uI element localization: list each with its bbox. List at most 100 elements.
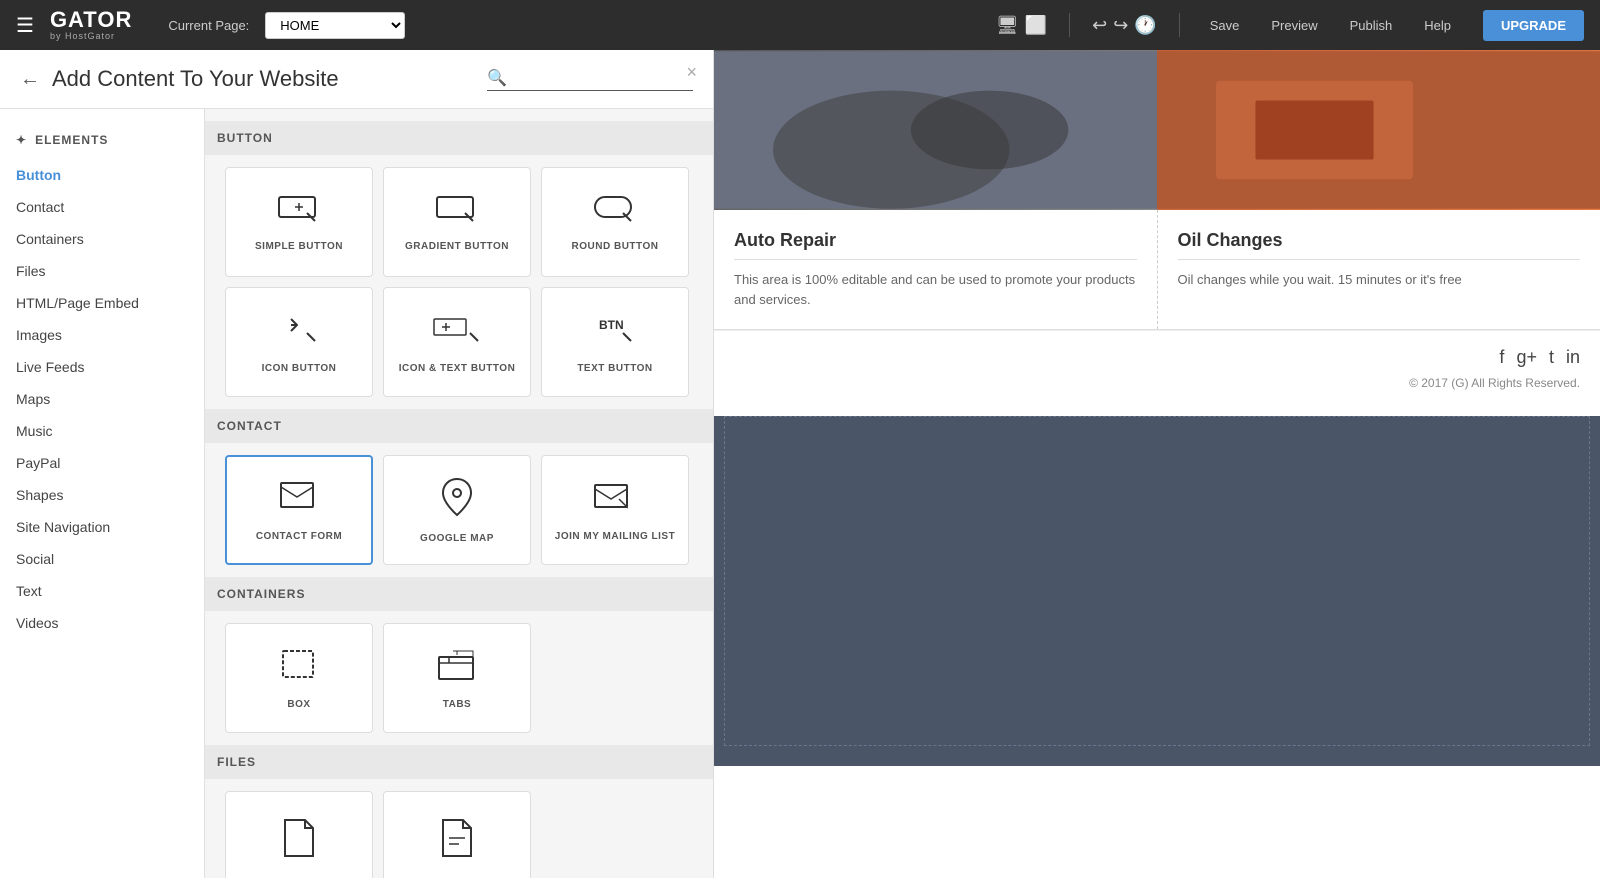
sidebar-item-social[interactable]: Social (0, 543, 204, 575)
search-area: 🔍 (487, 68, 693, 91)
back-arrow-icon[interactable]: ← (20, 68, 40, 91)
sidebar-item-videos[interactable]: Videos (0, 607, 204, 639)
close-icon[interactable]: × (686, 62, 697, 83)
sidebar-item-maps[interactable]: Maps (0, 383, 204, 415)
google-map-card[interactable]: GOOGLE MAP (383, 455, 531, 565)
sidebar-item-button[interactable]: Button (0, 159, 204, 191)
sidebar-item-shapes[interactable]: Shapes (0, 479, 204, 511)
elements-section-header: ✦ ELEMENTS (0, 125, 204, 159)
elements-section-icon: ✦ (16, 133, 27, 147)
files-section-label: FILES (205, 745, 713, 779)
sidebar-item-paypal[interactable]: PayPal (0, 447, 204, 479)
google-map-label: GOOGLE MAP (420, 533, 494, 544)
sidebar-item-files[interactable]: Files (0, 255, 204, 287)
file2-icon (439, 818, 475, 866)
round-button-label: ROUND BUTTON (572, 241, 659, 252)
button-grid: SIMPLE BUTTON (225, 167, 693, 397)
googleplus-icon[interactable]: g+ (1516, 347, 1537, 368)
sidebar-item-text[interactable]: Text (0, 575, 204, 607)
site-col-1: Auto Repair This area is 100% editable a… (714, 210, 1158, 329)
save-button[interactable]: Save (1202, 14, 1248, 37)
panel-title: Add Content To Your Website (52, 66, 487, 92)
icon-button-icon (277, 311, 321, 355)
help-button[interactable]: Help (1416, 14, 1459, 37)
menu-hamburger-icon[interactable]: ☰ (16, 13, 34, 38)
svg-text:BTN: BTN (599, 318, 624, 332)
contact-form-label: CONTACT FORM (256, 531, 342, 542)
logo-area: GATOR by HostGator (50, 9, 132, 41)
file1-card[interactable] (225, 791, 373, 878)
tabs-card[interactable]: TABS (383, 623, 531, 733)
search-icon: 🔍 (487, 68, 507, 88)
icon-text-button-card[interactable]: ICON & TEXT BUTTON (383, 287, 531, 397)
panel-body: ✦ ELEMENTS Button Contact Containers Fil… (0, 109, 713, 878)
publish-button[interactable]: Publish (1342, 14, 1401, 37)
site-dark-section (714, 416, 1600, 766)
sidebar-item-images[interactable]: Images (0, 319, 204, 351)
upgrade-button[interactable]: UPGRADE (1483, 10, 1584, 41)
col1-text: This area is 100% editable and can be us… (734, 270, 1137, 309)
site-images-row (714, 50, 1600, 210)
containers-grid: BOX TAB (225, 623, 693, 733)
undo-icon[interactable]: ↩ (1092, 15, 1107, 36)
history-icons: ↩ ↪ 🕐 (1092, 15, 1157, 36)
tablet-view-icon[interactable]: ⬜ (1025, 15, 1047, 36)
containers-section-label: CONTAINERS (205, 577, 713, 611)
sidebar-item-site-navigation[interactable]: Site Navigation (0, 511, 204, 543)
sidebar-item-html[interactable]: HTML/Page Embed (0, 287, 204, 319)
col2-title: Oil Changes (1178, 230, 1581, 260)
right-panel: Auto Repair This area is 100% editable a… (714, 50, 1600, 878)
sidebar-item-containers[interactable]: Containers (0, 223, 204, 255)
icon-button-card[interactable]: ICON BUTTON (225, 287, 373, 397)
site-columns: Auto Repair This area is 100% editable a… (714, 210, 1600, 330)
facebook-icon[interactable]: f (1499, 347, 1504, 368)
panel-header: ← Add Content To Your Website 🔍 × (0, 50, 713, 109)
col1-title: Auto Repair (734, 230, 1137, 260)
files-grid (225, 791, 693, 878)
simple-button-card[interactable]: SIMPLE BUTTON (225, 167, 373, 277)
button-section-label: BUTTON (205, 121, 713, 155)
preview-button[interactable]: Preview (1263, 14, 1325, 37)
mailing-list-label: JOIN MY MAILING LIST (555, 531, 675, 542)
box-icon (279, 647, 319, 691)
sidebar-item-live-feeds[interactable]: Live Feeds (0, 351, 204, 383)
round-button-icon (593, 193, 637, 233)
gradient-button-label: GRADIENT BUTTON (405, 241, 509, 252)
google-map-icon (439, 477, 475, 525)
round-button-card[interactable]: ROUND BUTTON (541, 167, 689, 277)
logo-text: GATOR (50, 9, 132, 31)
desktop-view-icon[interactable]: 🖥 (996, 15, 1019, 36)
site-footer: f g+ t in © 2017 (G) All Rights Reserved… (714, 330, 1600, 406)
tabs-icon (435, 647, 479, 691)
twitter-icon[interactable]: t (1549, 347, 1554, 368)
icon-text-button-icon (432, 311, 482, 355)
mailing-list-card[interactable]: JOIN MY MAILING LIST (541, 455, 689, 565)
elements-section-label: ELEMENTS (35, 133, 108, 147)
page-selector[interactable]: HOME ABOUT SERVICES CONTACT (265, 12, 405, 39)
text-button-card[interactable]: BTN TEXT BUTTON (541, 287, 689, 397)
file2-card[interactable] (383, 791, 531, 878)
col2-text: Oil changes while you wait. 15 minutes o… (1178, 270, 1581, 290)
sidebar-item-contact[interactable]: Contact (0, 191, 204, 223)
site-image-left (714, 50, 1157, 210)
device-icons: 🖥 ⬜ (996, 15, 1047, 36)
gradient-button-card[interactable]: GRADIENT BUTTON (383, 167, 531, 277)
gradient-button-icon (435, 193, 479, 233)
file1-icon (281, 818, 317, 866)
website-preview: Auto Repair This area is 100% editable a… (714, 50, 1600, 878)
simple-button-label: SIMPLE BUTTON (255, 241, 343, 252)
nav-divider (1069, 13, 1070, 37)
search-input[interactable] (513, 70, 693, 86)
contact-form-card[interactable]: CONTACT FORM (225, 455, 373, 565)
contact-grid: CONTACT FORM GOOGLE MAP (225, 455, 693, 565)
redo-icon[interactable]: ↪ (1113, 15, 1128, 36)
box-card[interactable]: BOX (225, 623, 373, 733)
box-label: BOX (287, 699, 310, 710)
text-button-label: TEXT BUTTON (577, 363, 652, 374)
linkedin-icon[interactable]: in (1566, 347, 1580, 368)
simple-button-icon (277, 193, 321, 233)
sidebar-item-music[interactable]: Music (0, 415, 204, 447)
mailing-list-icon (593, 479, 637, 523)
history-icon[interactable]: 🕐 (1134, 15, 1156, 36)
icon-text-button-label: ICON & TEXT BUTTON (399, 363, 516, 374)
